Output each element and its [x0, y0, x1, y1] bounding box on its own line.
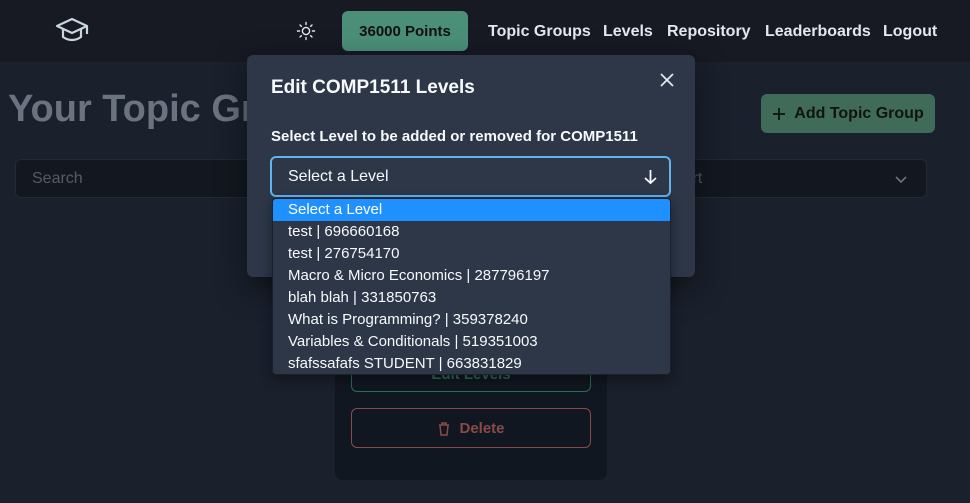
search-placeholder: Search [32, 169, 83, 187]
nav-link-topic-groups[interactable]: Topic Groups [488, 23, 591, 41]
nav-link-logout[interactable]: Logout [883, 23, 937, 41]
navbar: 36000 Points Topic Groups Levels Reposit… [0, 0, 970, 62]
arrow-down-icon [644, 170, 657, 185]
level-option[interactable]: Variables & Conditionals | 519351003 [273, 331, 670, 353]
close-icon[interactable] [659, 72, 675, 88]
plus-icon [773, 107, 786, 120]
trash-icon [439, 421, 450, 436]
nav-link-leaderboards[interactable]: Leaderboards [765, 23, 871, 41]
delete-button[interactable]: Delete [351, 408, 591, 448]
level-option[interactable]: Select a Level [273, 199, 670, 221]
level-option[interactable]: test | 696660168 [273, 221, 670, 243]
nav-link-levels[interactable]: Levels [603, 23, 653, 41]
modal-title: Edit COMP1511 Levels [271, 77, 475, 98]
points-badge[interactable]: 36000 Points [342, 11, 468, 51]
level-select-label: Select Level to be added or removed for … [271, 128, 638, 145]
graduation-cap-icon[interactable] [55, 16, 89, 46]
level-select-value: Select a Level [288, 167, 389, 185]
level-option[interactable]: blah blah | 331850763 [273, 287, 670, 309]
level-option[interactable]: What is Programming? | 359378240 [273, 309, 670, 331]
level-dropdown-list: Select a Level test | 696660168 test | 2… [272, 198, 671, 375]
level-option[interactable]: sfafssafafs STUDENT | 663831829 [273, 353, 670, 374]
nav-link-repository[interactable]: Repository [667, 23, 751, 41]
level-option[interactable]: Macro & Micro Economics | 287796197 [273, 265, 670, 287]
sort-select[interactable]: Sort [673, 159, 927, 198]
add-topic-group-label: Add Topic Group [794, 104, 924, 122]
sun-icon[interactable] [296, 21, 316, 41]
add-topic-group-button[interactable]: Add Topic Group [761, 94, 935, 133]
level-select[interactable]: Select a Level [270, 156, 671, 197]
level-option[interactable]: test | 276754170 [273, 243, 670, 265]
delete-label: Delete [459, 419, 505, 437]
chevron-down-icon [895, 176, 907, 184]
search-input[interactable]: Search [15, 159, 255, 198]
